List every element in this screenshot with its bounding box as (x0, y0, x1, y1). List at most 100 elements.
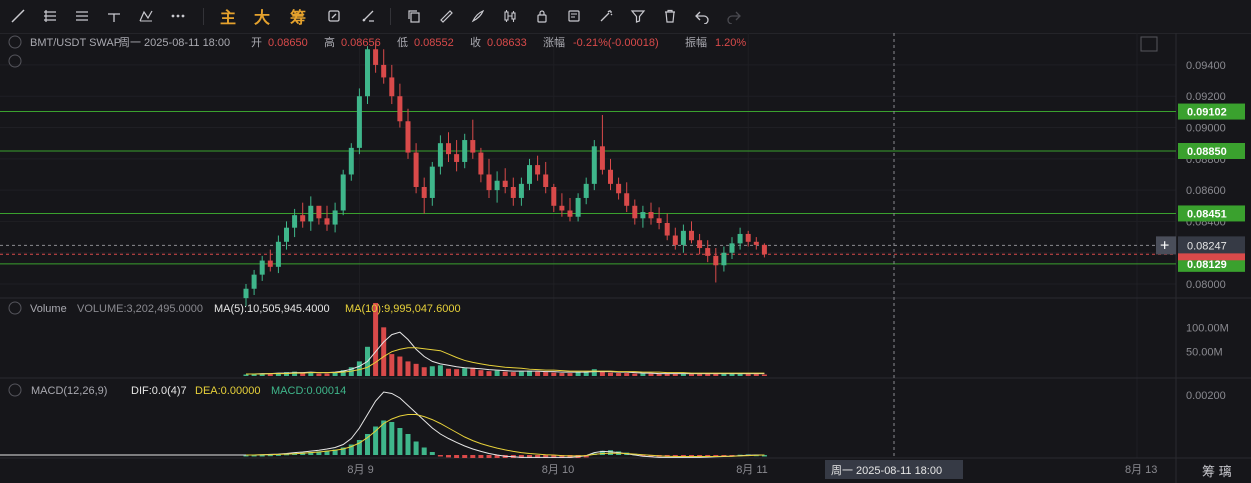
screenshot-icon[interactable] (324, 5, 344, 27)
candle-body (373, 49, 379, 65)
volume-bar (454, 369, 460, 376)
macd-name: MACD(12,26,9) (31, 385, 107, 397)
trend-line-icon[interactable] (8, 5, 28, 27)
volume-bar (243, 374, 249, 376)
volume-bar (559, 373, 565, 376)
magnet-eraser-icon[interactable] (358, 5, 378, 27)
magic-icon[interactable] (596, 5, 616, 27)
macd-histogram-bar (462, 455, 468, 458)
candle-body (405, 121, 411, 153)
cross-line-icon[interactable] (104, 5, 124, 27)
volume-bar (405, 361, 411, 376)
note-icon[interactable] (564, 5, 584, 27)
main-indicator-button[interactable]: 主 (218, 5, 238, 27)
candle-body (243, 288, 249, 299)
macd-histogram-bar (397, 428, 403, 455)
drawing-toolbar: 主大筹 (0, 0, 1251, 34)
ohlc-value: 高 (324, 35, 335, 49)
brush-icon[interactable] (468, 5, 488, 27)
candle-body (680, 230, 686, 245)
volume-bar (656, 374, 662, 376)
candle-body (365, 49, 370, 97)
volume-bar (697, 374, 703, 376)
redo-icon[interactable] (724, 5, 744, 27)
volume-bar (381, 327, 387, 376)
undo-icon[interactable] (692, 5, 712, 27)
volume-value: VOLUME:3,202,495.0000 (77, 303, 203, 315)
lock-icon[interactable] (532, 5, 552, 27)
volume-bar (267, 374, 273, 376)
candle-body (664, 223, 670, 236)
volume-bar (446, 368, 451, 376)
candle-body (446, 143, 451, 155)
ruler-icon[interactable] (436, 5, 456, 27)
triangle-pattern-icon[interactable] (136, 5, 156, 27)
candle-body (535, 165, 541, 175)
chip-distribution-button[interactable]: 筹 (288, 5, 308, 27)
volume-bar (567, 373, 573, 376)
macd-tick-label: 0.00200 (1186, 390, 1226, 402)
volume-bar (632, 373, 638, 376)
ohlc-value: 涨幅 (543, 36, 565, 49)
volume-tick-label: 100.00M (1186, 322, 1229, 334)
candle-body (705, 248, 711, 256)
collapse-icon[interactable] (8, 35, 22, 49)
candle-body (745, 233, 751, 242)
macd-histogram-bar (486, 455, 492, 458)
candle-body (583, 183, 589, 198)
candle-body (251, 274, 257, 289)
volume-bar (753, 374, 759, 376)
chart-area[interactable]: BMT/USDT SWAP周一 2025-08-11 18:00 开 0.08650… (0, 33, 1251, 483)
candle-body (413, 152, 419, 187)
plus-icon[interactable]: + (1160, 237, 1169, 254)
volume-bar (624, 373, 630, 376)
macd-dif-label: DIF:0.0(4)7 (131, 385, 187, 397)
volume-bar (397, 356, 403, 376)
trash-icon[interactable] (660, 5, 680, 27)
candle-body (348, 147, 354, 175)
volume-bar (486, 371, 492, 376)
big-order-button[interactable]: 大 (252, 5, 272, 27)
volume-ma5-label: MA(5):10,505,945.4000 (214, 303, 330, 315)
crosshair-price-text: 0.08247 (1187, 240, 1227, 252)
ohlc-value: 0.08650 (268, 37, 308, 49)
volume-bar (494, 370, 500, 376)
candle-body (429, 166, 435, 198)
filter-icon[interactable] (628, 5, 648, 27)
candle-body (640, 212, 646, 219)
volume-bar (608, 372, 613, 376)
volume-bar (672, 374, 678, 376)
candle-body (672, 235, 678, 245)
candle-body (502, 180, 508, 187)
time-tick-label: 8月 11 (736, 464, 768, 476)
macd-collapse-icon[interactable] (8, 383, 22, 397)
more-dots-icon[interactable] (168, 5, 188, 27)
candle-body (332, 210, 338, 225)
volume-collapse-icon[interactable] (8, 301, 22, 315)
macd-histogram-bar (421, 447, 427, 455)
copy-icon[interactable] (404, 5, 424, 27)
candle-body (462, 140, 468, 162)
price-tick-label: 0.09400 (1186, 60, 1226, 72)
macd-dea-label: DEA:0.00000 (195, 385, 260, 397)
parallel-lines-icon[interactable] (40, 5, 60, 27)
price-tick-label: 0.09200 (1186, 91, 1226, 103)
candle-body (753, 241, 759, 245)
fullscreen-icon[interactable] (1140, 36, 1158, 52)
candle-body (300, 215, 306, 222)
candle-icon[interactable] (500, 5, 520, 27)
candle-body (356, 96, 362, 148)
volume-bar (316, 373, 322, 376)
volume-bar (648, 373, 654, 376)
volume-bar (535, 371, 541, 376)
level-price-text: 0.08451 (1187, 208, 1227, 220)
horizontal-lines-icon[interactable] (72, 5, 92, 27)
macd-histogram-bar (446, 455, 451, 458)
candle-body (284, 227, 289, 242)
volume-bar (389, 354, 395, 376)
candle-body (559, 205, 565, 211)
volume-name: Volume (30, 303, 67, 315)
ohlc-value: 0.08552 (414, 37, 454, 49)
macd-histogram-bar (405, 434, 411, 455)
time-tick-label: 8月 10 (542, 464, 574, 476)
